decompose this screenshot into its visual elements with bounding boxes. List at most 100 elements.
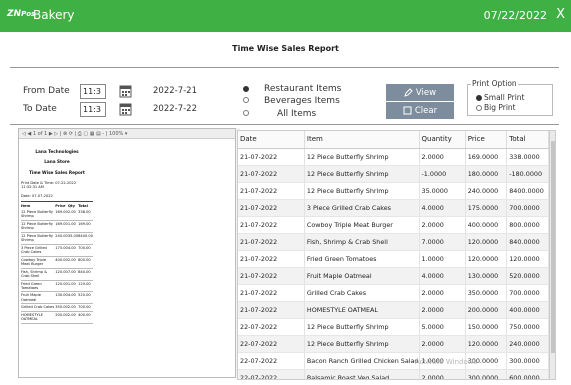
calendar-icon[interactable] xyxy=(119,102,132,116)
preview-cell: 800.00 xyxy=(78,256,93,269)
table-cell: 2.0000 xyxy=(419,301,466,319)
preview-cell: 840.00 xyxy=(78,268,93,281)
table-row[interactable]: 22-07-2022 12 Piece Butterfly Shrimp 2.000… xyxy=(238,335,549,353)
report-title: Time Wise Sales Report xyxy=(232,44,339,53)
table-cell: 21-07-2022 xyxy=(238,250,305,268)
preview-cell: 130.00 xyxy=(55,291,68,305)
column-header[interactable]: Quantity xyxy=(419,131,466,149)
table-cell: 240.0000 xyxy=(506,335,549,353)
table-row[interactable]: 21-07-2022 Cowboy Triple Meat Burger 2.000… xyxy=(238,216,549,234)
from-time-input[interactable]: 11:3 xyxy=(80,84,106,99)
preview-cell: 169.00 xyxy=(55,220,68,233)
sales-grid[interactable]: Date Item Quantity Price Total 21-07-2022 12 P… xyxy=(237,130,556,380)
table-cell: Balsamic Roast Veg Salad xyxy=(304,369,420,379)
from-date-value: 2022-7-21 xyxy=(153,86,197,96)
column-header[interactable]: Price xyxy=(465,131,508,149)
table-cell: 120.0000 xyxy=(465,335,508,353)
preview-cell: 2.00 xyxy=(67,303,79,312)
table-row[interactable]: 21-07-2022 Grilled Crab Cakes 2.0000 350.00… xyxy=(238,284,549,302)
preview-cell: 200.00 xyxy=(55,311,68,324)
table-row[interactable]: 22-07-2022 Bacon Ranch Grilled Chicken Sa… xyxy=(238,352,549,370)
preview-row: 12 Piece Butterfly Shrimp 169.00 1.00 169.0… xyxy=(21,220,93,233)
current-date: 07/22/2022 xyxy=(483,9,547,22)
column-header[interactable]: Total xyxy=(506,131,549,149)
table-cell: 700.0000 xyxy=(506,284,549,302)
table-row[interactable]: 21-07-2022 Fish, Shrimp & Crab Shell 7.000… xyxy=(238,233,549,251)
table-cell: 22-07-2022 xyxy=(238,318,305,336)
preview-cell: 4.00 xyxy=(67,244,79,257)
table-row[interactable]: 22-07-2022 12 Piece Butterfly Shrimp 5.000… xyxy=(238,318,549,336)
report-preview[interactable]: ◁ ◀ 1 of 1 ▶ ▷ | ⊗ ⟳ | ⎙ ▢ ▦ ▤ - | 100% … xyxy=(18,128,236,378)
report-viewer-toolbar[interactable]: ◁ ◀ 1 of 1 ▶ ▷ | ⊗ ⟳ | ⎙ ▢ ▦ ▤ - | 100% … xyxy=(19,129,235,139)
table-cell: 169.0000 xyxy=(465,148,508,166)
report-date-line: Date: 07-07-2022 xyxy=(21,193,53,198)
preview-cell: Cowboy Triple Meat Burger xyxy=(21,256,56,269)
to-date-label: To Date xyxy=(23,104,57,114)
table-row[interactable]: 21-07-2022 3 Piece Grilled Crab Cakes 4.00… xyxy=(238,199,549,217)
all-items-radio[interactable] xyxy=(243,110,249,116)
preview-cell: 700.00 xyxy=(78,244,93,257)
preview-cell: Grilled Crab Cakes xyxy=(21,303,56,312)
to-time-input[interactable]: 11:3 xyxy=(80,102,106,117)
table-cell: 120.0000 xyxy=(465,250,508,268)
column-header[interactable]: Date xyxy=(238,131,305,149)
preview-cell: 12 Piece Butterfly Shrimp xyxy=(21,232,56,245)
preview-cell: 700.00 xyxy=(78,303,93,312)
big-print-radio[interactable] xyxy=(476,105,482,111)
table-cell: Grilled Crab Cakes xyxy=(304,284,420,302)
grid-scroll-thumb[interactable] xyxy=(551,141,555,353)
table-cell: 21-07-2022 xyxy=(238,301,305,319)
app-logo: ZNPos xyxy=(7,9,36,19)
table-cell: 21-07-2022 xyxy=(238,199,305,217)
small-print-radio[interactable] xyxy=(476,95,482,101)
column-header[interactable]: Item xyxy=(304,131,420,149)
activation-watermark: Activate Windows xyxy=(415,358,478,366)
table-cell: 400.0000 xyxy=(506,301,549,319)
preview-cell: 400.00 xyxy=(78,311,93,324)
table-row[interactable]: 22-07-2022 Balsamic Roast Veg Salad 2.0000… xyxy=(238,369,549,379)
table-row[interactable]: 21-07-2022 12 Piece Butterfly Shrimp 35.00… xyxy=(238,182,549,200)
preview-cell: 175.00 xyxy=(55,244,68,257)
table-row[interactable]: 21-07-2022 12 Piece Butterfly Shrimp 2.000… xyxy=(238,148,549,166)
preview-cell: 2.00 xyxy=(67,256,79,269)
table-cell: Bacon Ranch Grilled Chicken Salad xyxy=(304,352,420,370)
table-row[interactable]: 21-07-2022 HOMESTYLE OATMEAL 2.0000 200.000… xyxy=(238,301,549,319)
beverages-items-radio[interactable] xyxy=(243,97,249,103)
table-cell: 520.0000 xyxy=(506,267,549,285)
table-cell: 150.0000 xyxy=(465,318,508,336)
report-page: Lana Technologies Lana Store Time Wise S… xyxy=(21,143,93,377)
table-cell: -180.0000 xyxy=(506,165,549,183)
preview-row: HOMESTYLE OATMEAL 200.00 2.00 400.00 xyxy=(21,311,93,324)
table-cell: 2.0000 xyxy=(419,335,466,353)
preview-row: 3 Piece Grilled Crab Cakes 175.00 4.00 700.… xyxy=(21,244,93,257)
table-row[interactable]: 21-07-2022 12 Piece Butterfly Shrimp -1.00… xyxy=(238,165,549,183)
preview-row: Fried Green Tomatoes 120.00 1.00 120.00 xyxy=(21,280,93,293)
table-cell: Cowboy Triple Meat Burger xyxy=(304,216,420,234)
table-cell: 840.0000 xyxy=(506,233,549,251)
preview-cell: 120.00 xyxy=(55,280,68,293)
table-cell: 21-07-2022 xyxy=(238,216,305,234)
table-cell: 120.0000 xyxy=(506,250,549,268)
preview-cell: Fish, Shrimp & Crab Shell xyxy=(21,268,56,281)
restaurant-items-label: Restaurant Items xyxy=(264,84,342,94)
view-button-label: View xyxy=(415,87,437,98)
table-cell: 1.0000 xyxy=(419,250,466,268)
small-print-label: Small Print xyxy=(484,93,525,102)
table-row[interactable]: 21-07-2022 Fried Green Tomatoes 1.0000 120.… xyxy=(238,250,549,268)
table-row[interactable]: 21-07-2022 Fruit Maple Oatmeal 4.0000 130.0… xyxy=(238,267,549,285)
clear-button[interactable]: Clear xyxy=(386,102,454,119)
close-icon[interactable]: X xyxy=(556,7,565,22)
table-cell: 700.0000 xyxy=(506,199,549,217)
title-bar: ZNPos Bakery 07/22/2022 X xyxy=(0,0,571,32)
table-cell: 21-07-2022 xyxy=(238,148,305,166)
preview-row: Fish, Shrimp & Crab Shell 120.00 7.00 840.0… xyxy=(21,268,93,281)
grid-scrollbar[interactable] xyxy=(549,131,555,379)
table-cell: 21-07-2022 xyxy=(238,182,305,200)
view-button[interactable]: View xyxy=(386,84,454,101)
table-cell: 5.0000 xyxy=(419,318,466,336)
calendar-icon[interactable] xyxy=(119,84,132,98)
table-cell: 8400.0000 xyxy=(506,182,549,200)
table-cell: 4.0000 xyxy=(419,267,466,285)
all-items-label: All Items xyxy=(277,109,317,119)
restaurant-items-radio[interactable] xyxy=(243,86,249,92)
